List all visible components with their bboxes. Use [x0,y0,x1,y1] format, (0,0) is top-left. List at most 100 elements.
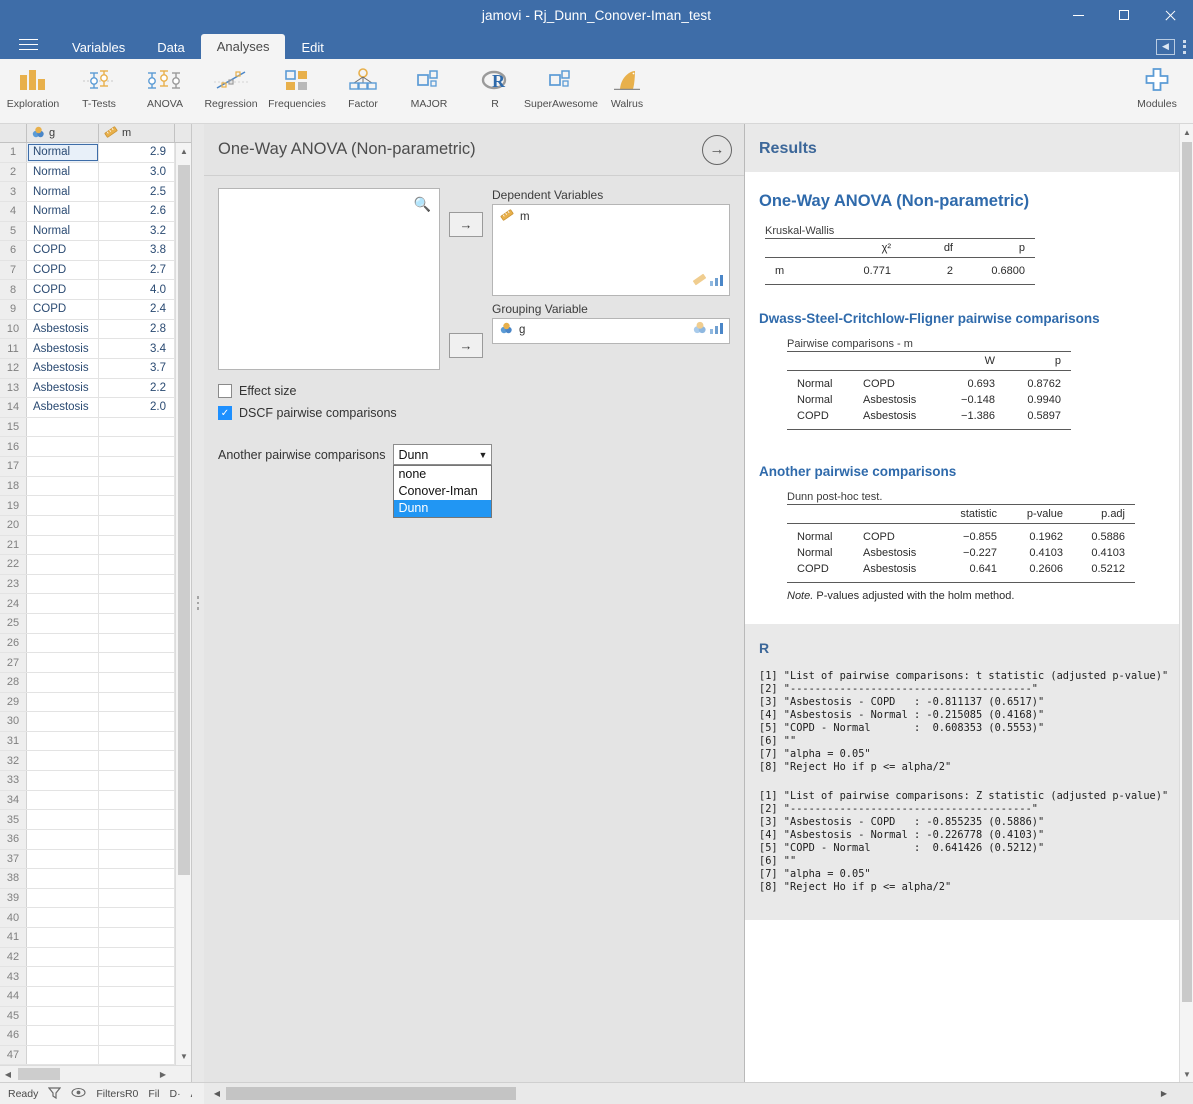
row-number[interactable]: 46 [0,1026,27,1045]
funnel-icon[interactable] [48,1086,61,1102]
row-number[interactable]: 43 [0,967,27,986]
dropdown-option-conover-iman[interactable]: Conover-Iman [394,483,491,500]
cell-g[interactable] [27,771,99,790]
table-row[interactable]: 20 [0,516,191,536]
results-vertical-scrollbar[interactable]: ▲ ▼ [1179,124,1193,1082]
cell-m[interactable]: 2.0 [99,398,175,417]
status-item-filters[interactable]: Filters [96,1088,125,1100]
cell-m[interactable] [99,437,175,456]
cell-g[interactable] [27,477,99,496]
table-row[interactable]: 5Normal3.2 [0,222,191,242]
row-number[interactable]: 37 [0,850,27,869]
cell-g[interactable] [27,653,99,672]
cell-m[interactable] [99,418,175,437]
cell-m[interactable] [99,928,175,947]
cell-g[interactable] [27,437,99,456]
spreadsheet-corner-cell[interactable] [0,124,27,142]
row-number[interactable]: 9 [0,300,27,319]
cell-m[interactable] [99,594,175,613]
ribbon-button-modules[interactable]: Modules [1121,59,1193,121]
cell-m[interactable] [99,712,175,731]
row-number[interactable]: 24 [0,594,27,613]
table-row[interactable]: 39 [0,889,191,909]
cell-g[interactable] [27,732,99,751]
close-button[interactable] [1147,0,1193,30]
cell-g[interactable] [27,869,99,888]
checkbox-row-effect-size[interactable]: Effect size [218,384,730,398]
data-spreadsheet[interactable]: g m 1Normal2.92Normal3.03Normal2.54Norma… [0,124,192,1082]
row-number[interactable]: 25 [0,614,27,633]
assign-grouping-button[interactable]: → [449,333,483,358]
status-item-d[interactable]: D· [169,1088,180,1100]
row-number[interactable]: 10 [0,320,27,339]
table-row[interactable]: 41 [0,928,191,948]
row-number[interactable]: 15 [0,418,27,437]
cell-g[interactable] [27,928,99,947]
ribbon-button-regression[interactable]: Regression [198,59,264,121]
dropdown-option-none[interactable]: none [394,466,491,483]
table-row[interactable]: 18 [0,477,191,497]
cell-g[interactable] [27,418,99,437]
search-icon[interactable]: 🔍 [414,196,431,213]
cell-m[interactable]: 3.4 [99,339,175,358]
cell-g[interactable] [27,614,99,633]
row-number[interactable]: 5 [0,222,27,241]
cell-g[interactable]: Normal [27,143,99,162]
row-number[interactable]: 23 [0,575,27,594]
scroll-up-icon[interactable]: ▲ [1180,124,1193,140]
cell-g[interactable] [27,908,99,927]
table-row[interactable]: 47 [0,1046,191,1065]
table-row[interactable]: 25 [0,614,191,634]
ribbon-button-r[interactable]: R R [462,59,528,121]
cell-m[interactable]: 2.6 [99,202,175,221]
results-scroll-thumb[interactable] [1182,142,1192,1002]
cell-m[interactable] [99,771,175,790]
table-row[interactable]: 13Asbestosis2.2 [0,379,191,399]
table-row[interactable]: 21 [0,536,191,556]
panel-collapse-button[interactable]: ◀ [1156,39,1175,55]
cell-m[interactable]: 3.7 [99,359,175,378]
cell-m[interactable] [99,614,175,633]
dependent-variables-box[interactable]: m [492,204,730,296]
table-row[interactable]: 32 [0,751,191,771]
table-row[interactable]: 42 [0,948,191,968]
another-pairwise-dropdown-list[interactable]: none Conover-Iman Dunn [393,465,492,518]
table-row[interactable]: 17 [0,457,191,477]
cell-g[interactable] [27,987,99,1006]
row-number[interactable]: 28 [0,673,27,692]
table-row[interactable]: 3Normal2.5 [0,182,191,202]
cell-g[interactable] [27,850,99,869]
table-row[interactable]: 14Asbestosis2.0 [0,398,191,418]
cell-g[interactable]: Normal [27,202,99,221]
cell-m[interactable] [99,1046,175,1065]
cell-m[interactable] [99,987,175,1006]
cell-m[interactable] [99,693,175,712]
scroll-left-icon[interactable]: ◀ [0,1066,16,1082]
row-number[interactable]: 42 [0,948,27,967]
row-number[interactable]: 29 [0,693,27,712]
cell-m[interactable] [99,869,175,888]
row-number[interactable]: 13 [0,379,27,398]
cell-m[interactable]: 3.2 [99,222,175,241]
cell-g[interactable]: COPD [27,261,99,280]
grouping-variable-box[interactable]: g [492,318,730,344]
cell-m[interactable]: 2.8 [99,320,175,339]
main-menu-button[interactable] [0,30,56,59]
cell-g[interactable] [27,751,99,770]
scroll-left-icon[interactable]: ◀ [210,1086,224,1101]
cell-m[interactable] [99,889,175,908]
column-header-g[interactable]: g [27,124,99,142]
ribbon-button-frequencies[interactable]: Frequencies [264,59,330,121]
effect-size-checkbox[interactable] [218,384,232,398]
row-number[interactable]: 2 [0,163,27,182]
table-row[interactable]: 4Normal2.6 [0,202,191,222]
vertical-scroll-thumb[interactable] [178,165,190,875]
spreadsheet-body[interactable]: 1Normal2.92Normal3.03Normal2.54Normal2.6… [0,143,191,1065]
cell-g[interactable]: Asbestosis [27,398,99,417]
eye-icon[interactable] [71,1087,86,1101]
cell-m[interactable] [99,673,175,692]
table-row[interactable]: 29 [0,693,191,713]
cell-g[interactable] [27,594,99,613]
cell-m[interactable] [99,948,175,967]
cell-g[interactable]: Normal [27,182,99,201]
